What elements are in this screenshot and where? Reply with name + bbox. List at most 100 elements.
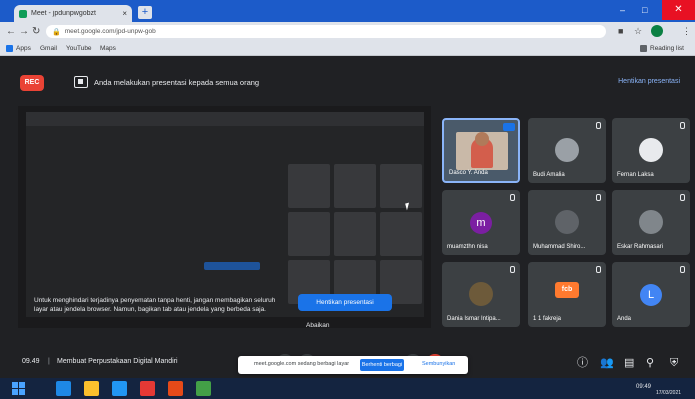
tab-close-icon[interactable]: × <box>122 9 127 18</box>
infinite-mirror-warning: Untuk menghindari terjadinya penyematan … <box>34 297 276 313</box>
reading-list-icon <box>640 45 647 52</box>
taskbar: 09:49 17/03/2021 <box>0 378 695 399</box>
mic-off-icon <box>595 194 601 202</box>
store-icon[interactable] <box>112 381 127 396</box>
tray-date: 17/03/2021 <box>656 390 682 396</box>
participant-tile[interactable]: Dania Ismar Intipa... <box>442 262 520 327</box>
participant-photo <box>555 138 579 162</box>
participant-name: Muhammad Shiro... <box>533 244 586 250</box>
mirrored-button <box>204 262 260 270</box>
new-tab-button[interactable]: + <box>138 6 152 19</box>
participant-tile[interactable]: L Anda <box>612 262 690 327</box>
mirrored-tile <box>334 212 376 256</box>
mic-off-icon <box>679 266 685 274</box>
camera-indicator-icon[interactable]: ■ <box>618 25 623 38</box>
chrome-icon[interactable] <box>196 381 211 396</box>
warning-dismiss-link[interactable]: Abaikan <box>306 322 330 329</box>
meeting-title: Membuat Perpustakaan Digital Mandiri <box>57 358 178 365</box>
stop-sharing-button[interactable]: Berhenti berbagi <box>360 359 404 371</box>
window-close-button[interactable]: ✕ <box>662 0 695 20</box>
menu-dots-icon[interactable]: ⋮ <box>682 25 691 38</box>
participant-tile[interactable]: fcb 1 1 fakreja <box>528 262 606 327</box>
address-url: meet.google.com/jpd-unpw-gob <box>64 28 156 35</box>
mic-off-icon <box>595 122 601 130</box>
participant-name: muamzthn nisa <box>447 244 488 250</box>
mirrored-tile <box>380 164 422 208</box>
hide-notification-link[interactable]: Sembunyikan <box>422 361 455 367</box>
participant-name: Dasco Y. Anda <box>449 170 488 176</box>
presenting-banner: REC Anda melakukan presentasi kepada sem… <box>10 74 690 93</box>
present-screen-icon <box>74 76 88 88</box>
forward-arrow-icon[interactable]: → <box>19 25 29 38</box>
mirrored-tile <box>380 212 422 256</box>
apps-icon <box>6 45 13 52</box>
host-controls-icon[interactable]: ⛨ <box>670 357 678 369</box>
stop-presenting-link[interactable]: Hentikan presentasi <box>618 78 680 85</box>
browser-tab-meet[interactable]: Meet - jpdunpwgobzt × <box>14 5 132 22</box>
browser-toolbar: ← → ↻ 🔒 meet.google.com/jpd-unpw-gob ■ ☆… <box>0 22 695 41</box>
windows-start-icon[interactable] <box>12 382 25 395</box>
participant-tile-self[interactable]: Dasco Y. Anda <box>442 118 520 183</box>
title-separator: | <box>48 358 50 365</box>
participant-app-logo: fcb <box>555 282 579 298</box>
recording-badge: REC <box>20 75 44 91</box>
meet-favicon-icon <box>19 9 27 18</box>
participant-tile[interactable]: m muamzthn nisa <box>442 190 520 255</box>
file-explorer-icon[interactable] <box>84 381 99 396</box>
people-icon[interactable]: 👥 <box>600 357 614 369</box>
star-icon[interactable]: ☆ <box>634 25 642 38</box>
minimize-icon[interactable]: – <box>620 4 625 16</box>
bookmark-youtube[interactable]: YouTube <box>66 43 92 54</box>
office-icon[interactable] <box>168 381 183 396</box>
participant-photo <box>639 138 663 162</box>
mic-off-icon <box>595 266 601 274</box>
participant-photo <box>555 210 579 234</box>
self-pin-badge <box>503 123 515 131</box>
address-bar[interactable]: 🔒 meet.google.com/jpd-unpw-gob <box>46 25 606 38</box>
notification-text: meet.google.com sedang berbagi layar <box>254 361 350 367</box>
mic-off-icon <box>509 194 515 202</box>
tab-title: Meet - jpdunpwgobzt <box>31 10 96 17</box>
activities-icon[interactable]: ⚲ <box>646 357 654 369</box>
mic-off-icon <box>679 194 685 202</box>
info-icon[interactable]: ⓘ <box>577 357 588 369</box>
back-arrow-icon[interactable]: ← <box>6 25 16 38</box>
participant-avatar: m <box>470 212 492 234</box>
maximize-icon[interactable]: □ <box>642 4 647 16</box>
mirrored-tile <box>288 164 330 208</box>
participant-name: Anda <box>617 316 632 322</box>
bookmark-gmail[interactable]: Gmail <box>40 43 57 54</box>
app-icon[interactable] <box>140 381 155 396</box>
self-video-head <box>475 132 489 146</box>
browser-tab-strip: Meet - jpdunpwgobzt × + – □ ✕ <box>0 0 695 22</box>
participant-tile[interactable]: Budi Amalia <box>528 118 606 183</box>
edge-icon[interactable] <box>56 381 71 396</box>
participant-tile[interactable]: Fernan Laksa <box>612 118 690 183</box>
bookmarks-bar: Apps Gmail YouTube Maps Reading list <box>0 41 695 56</box>
presenting-text: Anda melakukan presentasi kepada semua o… <box>94 78 260 87</box>
profile-avatar[interactable] <box>651 25 663 37</box>
mirrored-tile <box>334 164 376 208</box>
mirrored-toolbar <box>26 112 424 126</box>
participant-photo <box>639 210 663 234</box>
warning-stop-presenting-button[interactable]: Hentikan presentasi <box>298 294 392 311</box>
meet-area: REC Anda melakukan presentasi kepada sem… <box>0 56 695 378</box>
mirrored-tile <box>288 212 330 256</box>
meeting-time: 09.49 <box>22 358 40 365</box>
mirrored-window <box>26 112 424 317</box>
lock-icon: 🔒 <box>52 28 61 36</box>
reload-icon[interactable]: ↻ <box>32 25 40 38</box>
bookmark-maps[interactable]: Maps <box>100 43 116 54</box>
participant-name: Eskar Rahmasari <box>617 244 664 250</box>
participant-tile[interactable]: Eskar Rahmasari <box>612 190 690 255</box>
mic-off-icon <box>679 122 685 130</box>
participant-avatar: L <box>640 284 662 306</box>
tray-time: 09:49 <box>636 384 652 390</box>
reading-list[interactable]: Reading list <box>640 43 684 54</box>
chat-icon[interactable]: ▤ <box>624 357 634 369</box>
participant-name: Dania Ismar Intipa... <box>447 316 501 322</box>
screen-share-notification: meet.google.com sedang berbagi layar Ber… <box>238 356 468 374</box>
bookmark-apps[interactable]: Apps <box>6 43 31 54</box>
participant-tile[interactable]: Muhammad Shiro... <box>528 190 606 255</box>
participant-name: 1 1 fakreja <box>533 316 562 322</box>
